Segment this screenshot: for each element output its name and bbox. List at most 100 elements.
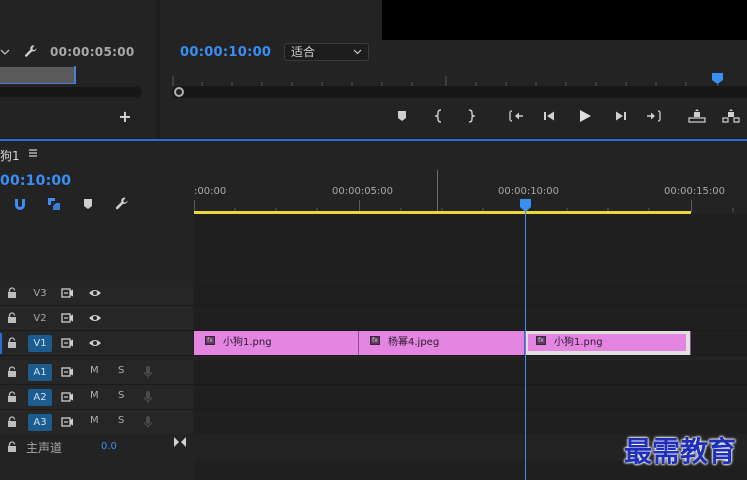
linked-selection-icon[interactable] xyxy=(46,196,62,212)
track-header: V3 xyxy=(0,281,193,305)
mark-out-icon[interactable] xyxy=(462,108,480,124)
scrub-handle[interactable] xyxy=(174,87,184,97)
microphone-icon[interactable] xyxy=(143,365,153,379)
track-header: A1 M S xyxy=(0,360,193,384)
track-header: A2 M S xyxy=(0,385,193,409)
timeline-clip[interactable]: fx 杨幂4.jpeg xyxy=(359,331,525,355)
track-name[interactable]: V3 xyxy=(28,285,52,302)
track-header: A3 M S xyxy=(0,410,193,434)
marker-icon[interactable] xyxy=(393,108,411,124)
solo-button[interactable]: S xyxy=(118,415,124,426)
lock-icon[interactable] xyxy=(7,416,17,427)
step-back-icon[interactable] xyxy=(541,108,559,124)
track-name[interactable]: V1 xyxy=(28,335,52,352)
track-header: V2 xyxy=(0,306,193,330)
ruler-ticks xyxy=(172,76,719,86)
program-timecode[interactable]: 00:00:10:00 xyxy=(180,45,271,60)
go-to-out-icon[interactable] xyxy=(645,108,663,124)
sequence-tab-title[interactable]: 狗1 xyxy=(0,147,20,164)
program-scrub-track[interactable] xyxy=(172,86,747,98)
sequence-timecode[interactable]: 00:10:00 xyxy=(0,173,71,189)
track-header-empty-area xyxy=(0,214,193,280)
track-target-indicator[interactable] xyxy=(0,333,2,354)
track-header-empty-area xyxy=(0,460,193,480)
add-marker-icon[interactable] xyxy=(80,196,96,212)
microphone-icon[interactable] xyxy=(143,390,153,404)
sync-lock-icon[interactable] xyxy=(61,417,74,427)
fit-select-value: 适合 xyxy=(291,45,316,59)
timeline-clip[interactable]: fx 小狗1.png xyxy=(194,331,359,355)
ruler-label: :00:00 xyxy=(194,186,227,197)
ruler-hover-line xyxy=(437,170,438,212)
lock-icon[interactable] xyxy=(7,391,17,402)
clip-name: 小狗1.png xyxy=(223,337,272,348)
track-name[interactable]: A3 xyxy=(28,414,52,431)
track-name[interactable]: V2 xyxy=(28,310,52,327)
source-progress-fill xyxy=(0,67,74,84)
playhead-line[interactable] xyxy=(525,210,526,480)
lock-icon[interactable] xyxy=(7,337,17,348)
source-timecode[interactable]: 00:00:05:00 xyxy=(50,45,135,59)
lock-icon[interactable] xyxy=(7,441,17,452)
track-lane[interactable] xyxy=(194,360,747,384)
timeline-settings-icon[interactable] xyxy=(114,196,130,212)
go-to-in-icon[interactable] xyxy=(507,108,525,124)
fx-badge-icon[interactable]: fx xyxy=(205,336,215,345)
clip-body xyxy=(528,334,686,351)
track-lane[interactable] xyxy=(194,306,747,330)
track-row-a2: A2 M S xyxy=(0,385,747,410)
mute-button[interactable]: M xyxy=(90,415,99,426)
sync-lock-icon[interactable] xyxy=(61,288,74,298)
program-playhead-marker[interactable] xyxy=(712,73,723,84)
sync-lock-icon[interactable] xyxy=(61,313,74,323)
source-scrub-track[interactable] xyxy=(0,87,142,97)
program-video-frame xyxy=(382,0,747,40)
sync-lock-icon[interactable] xyxy=(61,392,74,402)
fx-badge-icon[interactable]: fx xyxy=(370,336,380,345)
solo-button[interactable]: S xyxy=(118,390,124,401)
lift-icon[interactable] xyxy=(688,108,706,124)
go-to-end-icon[interactable] xyxy=(174,437,186,447)
sync-lock-icon[interactable] xyxy=(61,367,74,377)
track-name[interactable]: A1 xyxy=(28,364,52,381)
master-volume-value[interactable]: 0.0 xyxy=(101,441,117,452)
lock-icon[interactable] xyxy=(7,287,17,298)
program-time-ruler[interactable] xyxy=(172,72,747,86)
eye-icon[interactable] xyxy=(88,338,102,348)
playhead-handle[interactable] xyxy=(520,199,531,212)
mark-in-icon[interactable] xyxy=(430,108,448,124)
eye-icon[interactable] xyxy=(88,288,102,298)
ruler-label: 00:00:10:00 xyxy=(498,186,560,197)
track-lane[interactable] xyxy=(194,281,747,305)
fx-badge-icon[interactable]: fx xyxy=(536,336,546,345)
track-header: V1 xyxy=(0,331,193,355)
mute-button[interactable]: M xyxy=(90,365,99,376)
wrench-icon[interactable] xyxy=(24,44,38,58)
solo-button[interactable]: S xyxy=(118,365,124,376)
source-playhead[interactable] xyxy=(74,66,76,84)
step-forward-icon[interactable] xyxy=(611,108,629,124)
track-row-v3: V3 xyxy=(0,281,747,306)
fit-select[interactable]: 适合 xyxy=(284,43,369,61)
lock-icon[interactable] xyxy=(7,312,17,323)
track-lane[interactable] xyxy=(194,385,747,409)
eye-icon[interactable] xyxy=(88,313,102,323)
chevron-down-icon[interactable] xyxy=(0,45,12,59)
track-row-a1: A1 M S xyxy=(0,360,747,385)
clip-name: 小狗1.png xyxy=(554,337,603,348)
track-name[interactable]: A2 xyxy=(28,389,52,406)
microphone-icon[interactable] xyxy=(143,415,153,429)
extract-icon[interactable] xyxy=(722,108,740,124)
timeline-clip-selected[interactable]: fx 小狗1.png xyxy=(525,331,691,355)
panel-menu-icon[interactable] xyxy=(28,148,38,158)
clip-name: 杨幂4.jpeg xyxy=(388,337,440,348)
add-button[interactable]: + xyxy=(118,109,132,125)
sync-lock-icon[interactable] xyxy=(61,338,74,348)
mute-button[interactable]: M xyxy=(90,390,99,401)
snap-icon[interactable] xyxy=(12,196,28,212)
track-lane-empty-area[interactable] xyxy=(194,214,747,280)
chevron-down-icon xyxy=(353,49,362,55)
play-icon[interactable] xyxy=(576,108,594,124)
lock-icon[interactable] xyxy=(7,366,17,377)
track-row-v2: V2 xyxy=(0,306,747,331)
